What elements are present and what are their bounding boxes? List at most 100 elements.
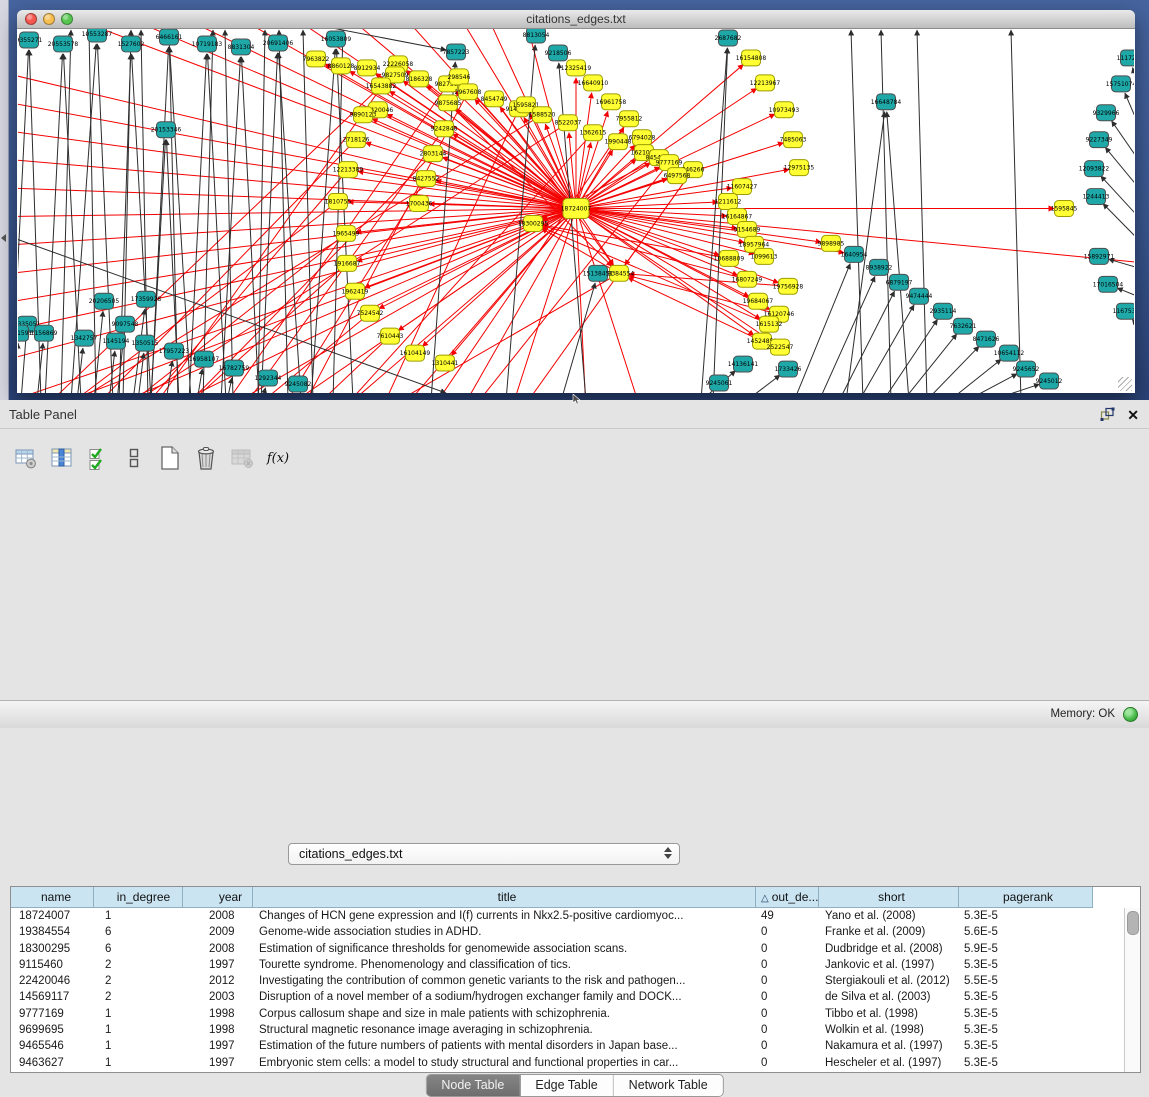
graph-edge [227,378,232,393]
table-cell: Investigating the contribution of common… [253,973,756,989]
table-cell: 5.5E-5 [959,973,1093,989]
column-header-in_degree[interactable]: in_degree [94,887,183,908]
table-select-value: citations_edges.txt [299,847,403,861]
column-header-short[interactable]: short [819,887,959,908]
table-cell: 0 [756,924,819,940]
table-row[interactable]: 1830029562008Estimation of significance … [11,941,1140,957]
network-canvas[interactable]: 7963822886012889129342222605898275091654… [18,29,1134,393]
graph-edge [819,276,875,393]
table-cell: Tibbo et al. (1998) [819,1006,959,1022]
delete-trash-icon[interactable] [192,444,220,472]
graph-node-label: 1167533 [1113,308,1134,315]
graph-edge [138,353,144,393]
scrollbar-thumb[interactable] [1127,911,1139,935]
column-header-out_de[interactable]: △out_de... [756,887,819,908]
table-cell: Nakamura et al. (1997) [819,1038,959,1054]
table-cell: 9699695 [11,1022,94,1038]
table-cell: 0 [756,1055,819,1071]
graph-edge [262,388,265,393]
graph-node-label: 1588520 [529,112,556,119]
table-row[interactable]: 2242004622012Investigating the contribut… [11,973,1140,989]
graph-node-label: 20153346 [151,127,182,134]
graph-edge [881,30,891,393]
graph-node-label: 8938922 [866,264,893,271]
graph-edge [851,30,863,393]
table-cell: 9777169 [11,1006,94,1022]
graph-node-label: 16640910 [578,80,609,87]
network-window: citations_edges.txt 79638228860128891293… [17,10,1135,393]
graph-edge [926,346,979,393]
table-cell: 2009 [183,924,253,940]
graph-edge [242,57,259,393]
graph-edge [45,54,62,393]
graph-edge [903,334,957,393]
float-panel-icon[interactable] [1100,407,1115,422]
graph-edge [859,305,914,393]
table-cell: Estimation of the future numbers of pati… [253,1038,756,1054]
graph-node-label: 8427552 [413,176,440,183]
function-builder-icon[interactable]: f(x) [264,444,292,472]
table-cell: 5.3E-5 [959,1038,1093,1054]
column-header-title[interactable]: title [253,887,756,908]
graph-node-label: 9474444 [906,293,933,300]
graph-node-label: 7955812 [616,116,643,123]
graph-node-label: 1156869 [31,330,58,337]
show-columns-icon[interactable] [48,444,76,472]
table-settings-icon[interactable] [12,444,40,472]
graph-edge [1103,204,1134,252]
table-cell: 2 [94,973,183,989]
graph-node-label: 8860128 [328,63,355,70]
table-select-dropdown[interactable]: citations_edges.txt [288,843,680,865]
graph-node-label: 14136141 [728,361,759,368]
graph-edge [91,29,576,209]
table-row[interactable]: 946554611997Estimation of the future num… [11,1038,1140,1054]
graph-edge [1101,176,1134,229]
graph-node-label: 17359928 [131,296,162,303]
table-cell: 0 [756,941,819,957]
table-row[interactable]: 946362711997Embryonic stem cells: a mode… [11,1055,1140,1071]
new-file-icon[interactable] [156,444,184,472]
table-cell: Corpus callosum shape and size in male p… [253,1006,756,1022]
graph-node-label: 16104149 [400,350,431,357]
row-height-icon[interactable] [120,444,148,472]
graph-node-label: 1350515 [132,340,159,347]
graph-node-label: 1211612 [715,199,742,206]
graph-node-label: 9777169 [656,160,683,167]
tab-network-table[interactable]: Network Table [614,1075,723,1096]
column-header-name[interactable]: name [11,887,94,908]
window-titlebar[interactable]: citations_edges.txt [17,10,1135,29]
table-row[interactable]: 977716911998Corpus callosum shape and si… [11,1006,1140,1022]
graph-node-label: 1244413 [1083,194,1110,201]
tab-edge-table[interactable]: Edge Table [520,1075,613,1096]
graph-node-label: 8186328 [406,76,433,83]
graph-node-label: 9898985 [818,240,845,247]
select-rows-icon[interactable] [84,444,112,472]
table-cell: de Silva et al. (2003) [819,989,959,1005]
table-row[interactable]: 969969511998Structural magnetic resonanc… [11,1022,1140,1038]
graph-node-label: 9890123 [350,112,377,119]
graph-node-label: 2967608 [455,89,482,96]
table-row[interactable]: 1938455462009Genome-wide association stu… [11,924,1140,940]
table-cell: 5.3E-5 [959,989,1093,1005]
graph-node-label: 10973493 [769,107,800,114]
graph-node-label: 7485063 [780,137,807,144]
table-cell: 1 [94,1038,183,1054]
close-panel-icon[interactable]: ✕ [1127,408,1139,422]
memory-ok-indicator-icon[interactable] [1123,707,1138,722]
table-row[interactable]: 1872400712008Changes of HCN gene express… [11,908,1140,924]
tab-node-table[interactable]: Node Table [426,1075,520,1096]
column-header-year[interactable]: year [183,887,253,908]
graph-node-label: 20206505 [89,298,120,305]
column-header-pagerank[interactable]: pagerank [959,887,1093,908]
table-row[interactable]: 911546021997Tourette syndrome. Phenomeno… [11,957,1140,973]
panel-collapse-handle-icon[interactable] [1,234,6,242]
graph-node-label: 10719183 [192,41,223,48]
graph-node-label: 8522037 [555,120,582,127]
window-resize-grip[interactable] [1118,377,1132,391]
graph-node-label: 12213967 [750,80,781,87]
graph-node-label: 1117205 [1117,55,1134,62]
graph-node-label: 15138451 [583,270,614,277]
graph-node-label: 1700436 [406,201,433,208]
table-vertical-scrollbar[interactable] [1124,908,1140,1072]
table-row[interactable]: 1456911722003Disruption of a novel membe… [11,989,1140,1005]
